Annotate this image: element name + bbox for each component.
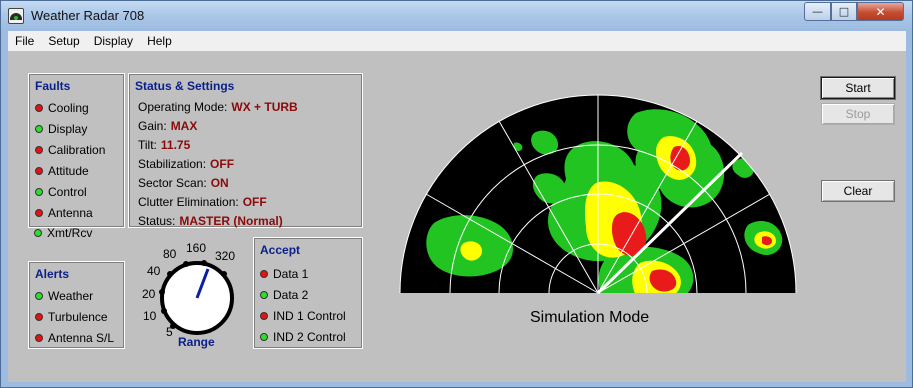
dial-tick <box>183 261 189 267</box>
app-window: Weather Radar 708 — □ ✕ File Setup Displ… <box>0 0 913 388</box>
minimize-button[interactable]: — <box>804 2 831 21</box>
simulation-mode-label: Simulation Mode <box>530 309 650 326</box>
start-button[interactable]: Start <box>821 77 895 99</box>
fault-cooling: Cooling <box>35 100 89 115</box>
status-led <box>34 228 42 237</box>
fault-antenna: Antenna <box>35 205 93 220</box>
range-tick-160[interactable]: 160 <box>186 241 206 255</box>
dial-tick <box>159 289 165 295</box>
status-led <box>260 290 268 299</box>
status-clutter-elimination: Clutter Elimination: OFF <box>138 195 267 209</box>
accept-title: Accept <box>260 243 301 257</box>
range-tick-80[interactable]: 80 <box>163 247 176 261</box>
faults-panel: Faults Cooling Display Calibration Attit… <box>28 73 125 228</box>
accept-panel: Accept Data 1 Data 2 IND 1 Control IND 2… <box>253 237 363 349</box>
title-bar[interactable]: Weather Radar 708 — □ ✕ <box>1 1 912 31</box>
status-led <box>260 269 268 278</box>
menu-file[interactable]: File <box>8 31 41 51</box>
status-led <box>35 291 43 300</box>
fault-calibration: Calibration <box>35 142 105 157</box>
maximize-button[interactable]: □ <box>831 2 857 21</box>
range-tick-40[interactable]: 40 <box>147 264 160 278</box>
dial-tick <box>161 308 167 314</box>
stop-button[interactable]: Stop <box>821 103 895 125</box>
menu-setup[interactable]: Setup <box>41 31 86 51</box>
status-stabilization: Stabilization: OFF <box>138 157 235 171</box>
faults-title: Faults <box>35 79 71 93</box>
radar-display <box>399 94 797 295</box>
status-led <box>35 333 43 342</box>
status-led <box>35 187 43 196</box>
status-led <box>35 145 43 154</box>
clear-button[interactable]: Clear <box>821 180 895 202</box>
close-button[interactable]: ✕ <box>857 2 904 21</box>
status-title: Status & Settings <box>135 79 235 93</box>
status-gain: Gain: MAX <box>138 119 198 133</box>
fault-control: Control <box>35 184 87 199</box>
dial-tick <box>201 260 207 266</box>
accept-data-1[interactable]: Data 1 <box>260 266 308 281</box>
menu-display[interactable]: Display <box>87 31 140 51</box>
status-led <box>35 166 43 175</box>
radar-app-icon <box>8 8 24 24</box>
status-sector-scan: Sector Scan: ON <box>138 176 229 190</box>
status-led <box>35 208 43 217</box>
range-label: Range <box>178 335 215 349</box>
status-tilt: Tilt: 11.75 <box>138 138 191 152</box>
range-tick-10[interactable]: 10 <box>143 309 156 323</box>
range-tick-5[interactable]: 5 <box>166 325 173 339</box>
menu-bar: File Setup Display Help <box>8 31 906 51</box>
fault-attitude: Attitude <box>35 163 89 178</box>
status-led <box>35 312 43 321</box>
dial-tick <box>167 271 173 277</box>
accept-data-2[interactable]: Data 2 <box>260 287 308 302</box>
fault-xmt-rcv: Xmt/Rcv <box>34 225 92 240</box>
alerts-panel: Alerts Weather Turbulence Antenna S/L <box>28 261 125 349</box>
alert-weather: Weather <box>35 288 93 303</box>
window-title: Weather Radar 708 <box>31 8 145 23</box>
dial-tick <box>221 271 227 277</box>
accept-ind-1-control[interactable]: IND 1 Control <box>260 308 346 323</box>
status-led <box>35 103 43 112</box>
alert-antenna-sl: Antenna S/L <box>35 330 114 345</box>
status-led <box>35 124 43 133</box>
status-led <box>260 332 268 341</box>
client-area: Faults Cooling Display Calibration Attit… <box>8 51 906 382</box>
fault-display: Display <box>35 121 87 136</box>
status-operating-mode: Operating Mode: WX + TURB <box>138 100 298 114</box>
status-led <box>260 311 268 320</box>
range-tick-320[interactable]: 320 <box>215 249 235 263</box>
status-master: Status: MASTER (Normal) <box>138 214 283 228</box>
alert-turbulence: Turbulence <box>35 309 108 324</box>
accept-ind-2-control[interactable]: IND 2 Control <box>260 329 346 344</box>
range-tick-20[interactable]: 20 <box>142 287 155 301</box>
menu-help[interactable]: Help <box>140 31 179 51</box>
status-panel: Status & Settings Operating Mode: WX + TU… <box>128 73 363 228</box>
alerts-title: Alerts <box>35 267 70 281</box>
